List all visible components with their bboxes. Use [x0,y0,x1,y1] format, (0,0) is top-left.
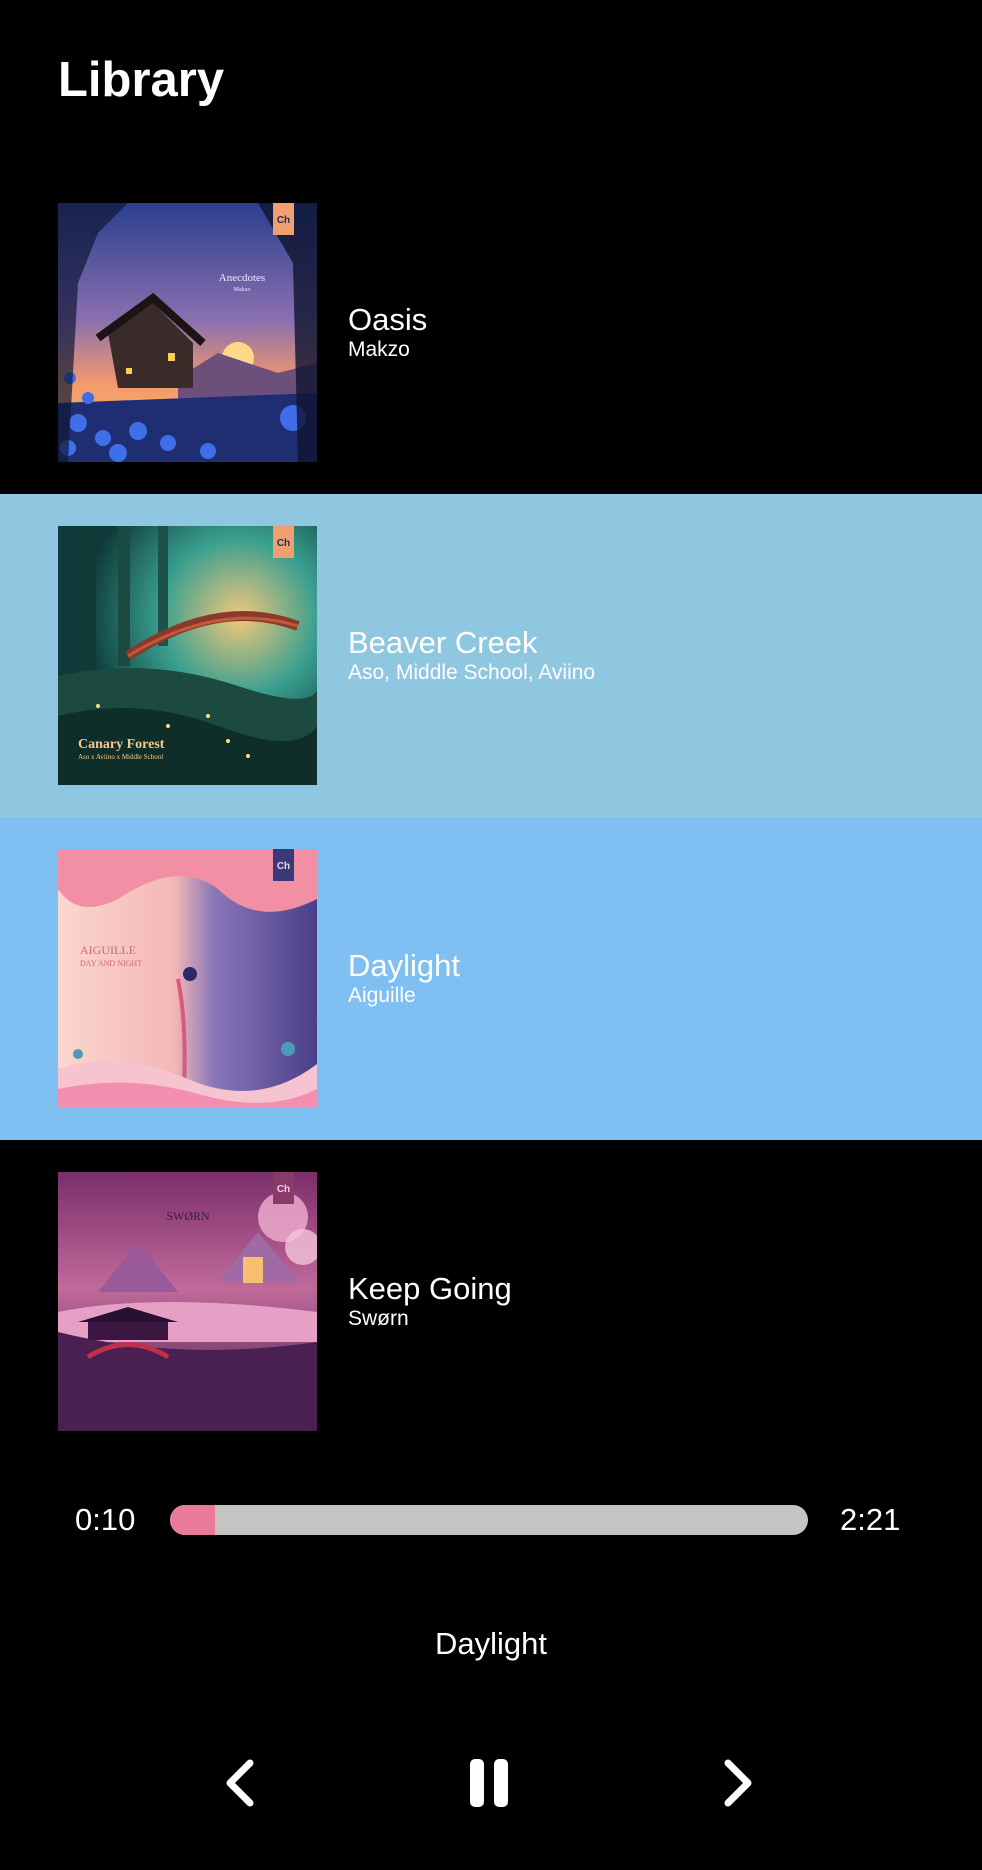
total-time: 2:21 [840,1502,901,1537]
chevron-left-icon [226,1759,254,1807]
cover-sublabel: Aso x Aviino x Middle School [78,753,163,761]
album-cover-keep-going: Ch SWØRN [58,1172,317,1431]
track-list: Ch Anecdotes Makzo Oasis Makzo Ch Canary… [0,171,982,1463]
cover-badge: Ch [277,538,290,549]
track-info: Keep Going Swørn [348,1271,512,1331]
progress-bar[interactable] [170,1505,808,1535]
previous-button[interactable] [212,1755,272,1811]
cover-badge: Ch [277,1184,290,1195]
album-cover-beaver-creek: Ch Canary Forest Aso x Aviino x Middle S… [58,526,317,785]
current-time: 0:10 [75,1502,136,1537]
next-button[interactable] [706,1755,766,1811]
track-row-beaver-creek[interactable]: Ch Canary Forest Aso x Aviino x Middle S… [0,494,982,817]
track-artist: Aiguille [348,984,416,1007]
track-title: Keep Going [348,1271,512,1306]
playback-controls [0,1755,982,1811]
track-row-daylight[interactable]: Ch AIGUILLE DAY AND NIGHT Daylight Aigui… [0,817,982,1140]
pause-button[interactable] [460,1755,520,1811]
pause-icon [470,1759,508,1807]
track-info: Oasis Makzo [348,302,427,362]
track-info: Daylight Aiguille [348,948,460,1008]
album-cover-oasis: Ch Anecdotes Makzo [58,203,317,462]
track-title: Beaver Creek [348,625,538,660]
track-artist: Makzo [348,338,410,361]
track-row-oasis[interactable]: Ch Anecdotes Makzo Oasis Makzo [0,171,982,494]
track-title: Daylight [348,948,460,983]
track-info: Beaver Creek Aso, Middle School, Aviino [348,625,595,685]
cover-label: Canary Forest [78,737,165,752]
cover-badge: Ch [277,215,290,226]
track-artist: Aso, Middle School, Aviino [348,661,596,684]
cover-label: SWØRN [166,1209,210,1223]
progress-fill [170,1505,216,1535]
cover-badge: Ch [277,861,290,872]
album-cover-daylight: Ch AIGUILLE DAY AND NIGHT [58,849,317,1108]
chevron-right-icon [724,1759,752,1807]
now-playing-title: Daylight [435,1626,547,1661]
cover-label: AIGUILLE [80,943,136,957]
cover-label: Anecdotes [219,272,265,284]
track-row-keep-going[interactable]: Ch SWØRN Keep Going Swørn [0,1140,982,1463]
page-title: Library [58,53,225,107]
track-title: Oasis [348,302,428,337]
cover-sublabel: Makzo [234,287,251,293]
track-artist: Swørn [348,1307,409,1330]
cover-sublabel: DAY AND NIGHT [80,959,142,968]
